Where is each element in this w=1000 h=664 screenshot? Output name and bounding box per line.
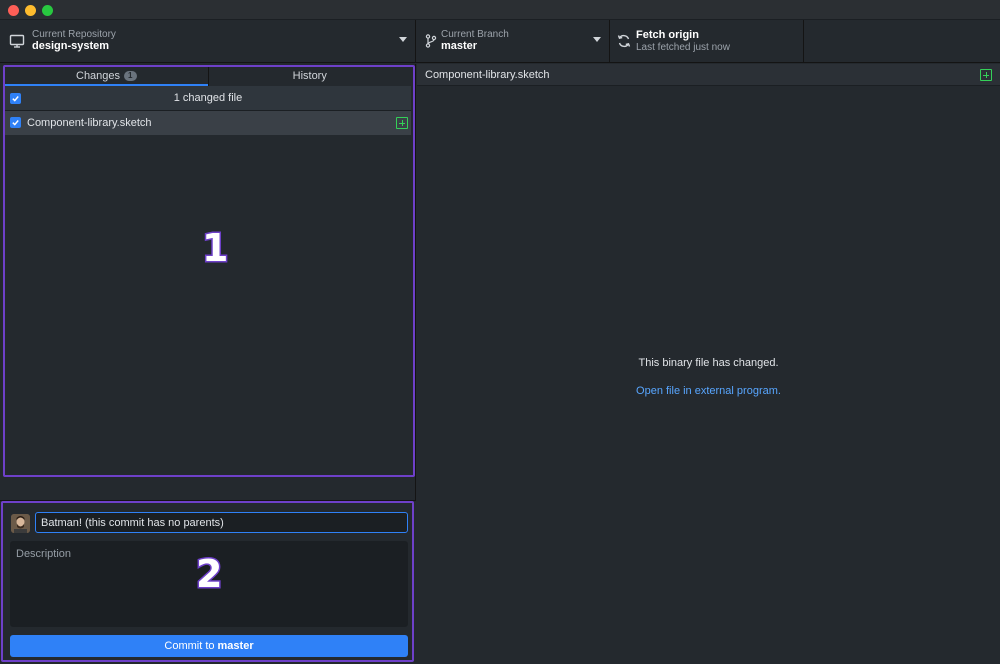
file-checkbox[interactable] <box>10 117 21 128</box>
user-avatar-image <box>11 514 30 533</box>
file-name: Component-library.sketch <box>27 117 152 129</box>
annotation-number-2: 2 <box>194 551 224 598</box>
file-added-icon <box>980 69 992 81</box>
maximize-window-button[interactable] <box>42 5 53 16</box>
commit-summary-input[interactable] <box>35 512 408 533</box>
sync-icon <box>617 34 631 48</box>
repository-selector[interactable]: Current Repository design-system <box>0 20 416 63</box>
changes-count-badge: 1 <box>124 71 137 81</box>
tab-history-label: History <box>292 70 327 82</box>
minimize-window-button[interactable] <box>25 5 36 16</box>
toolbar: Current Repository design-system Current… <box>0 20 1000 63</box>
app-window: Current Repository design-system Current… <box>0 0 1000 664</box>
checkmark-icon <box>12 120 19 126</box>
file-list-item[interactable]: Component-library.sketch <box>5 111 411 135</box>
tab-changes-label: Changes <box>76 70 121 82</box>
fetch-origin-button[interactable]: Fetch origin Last fetched just now <box>610 20 804 63</box>
tab-history[interactable]: History <box>209 66 412 86</box>
title-bar <box>0 0 1000 20</box>
branch-selector[interactable]: Current Branch master <box>416 20 610 63</box>
diff-file-name: Component-library.sketch <box>425 69 550 81</box>
open-external-link[interactable]: Open file in external program. <box>417 385 1000 397</box>
close-window-button[interactable] <box>8 5 19 16</box>
tab-bar: Changes 1 History <box>5 66 411 86</box>
diff-header: Component-library.sketch <box>417 64 1000 86</box>
fetch-status: Last fetched just now <box>636 42 730 53</box>
repository-name: design-system <box>32 40 110 52</box>
avatar <box>11 514 30 533</box>
annotation-number-1: 1 <box>200 225 230 272</box>
select-all-checkbox[interactable] <box>10 93 21 104</box>
changed-files-count: 1 changed file <box>173 92 243 104</box>
tab-changes[interactable]: Changes 1 <box>5 66 208 86</box>
branch-icon <box>425 34 437 48</box>
caret-down-icon <box>593 37 601 42</box>
commit-button[interactable]: Commit to master <box>10 635 408 657</box>
fetch-title: Fetch origin <box>636 29 699 41</box>
diff-pane: Component-library.sketch This binary fil… <box>417 64 1000 664</box>
binary-file-message: This binary file has changed. <box>638 357 779 369</box>
caret-down-icon <box>399 37 407 42</box>
repository-label: Current Repository <box>32 29 116 40</box>
commit-button-prefix: Commit to <box>164 640 215 652</box>
computer-icon <box>9 34 25 48</box>
commit-button-branch: master <box>217 640 254 652</box>
checkmark-icon <box>12 96 19 102</box>
file-added-icon <box>396 117 408 129</box>
branch-name: master <box>441 40 478 52</box>
changed-files-header: 1 changed file <box>5 86 411 111</box>
branch-label: Current Branch <box>441 29 509 40</box>
